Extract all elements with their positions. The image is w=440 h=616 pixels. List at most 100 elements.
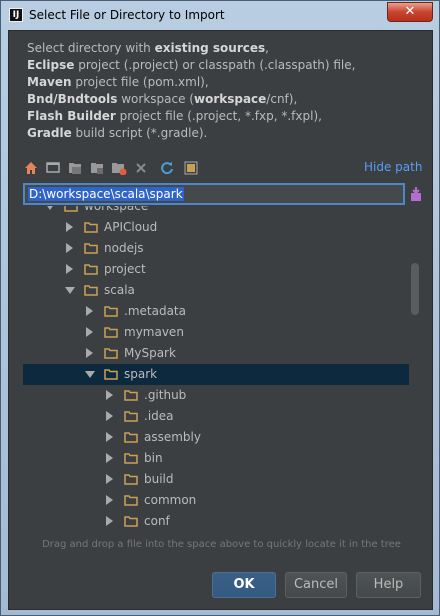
tree-row-label: APICloud: [104, 220, 158, 234]
tree-row[interactable]: common: [23, 490, 409, 511]
folder-icon: [84, 243, 98, 254]
tree-row[interactable]: mymaven: [23, 322, 409, 343]
tree-row-label: MySpark: [124, 346, 176, 360]
tree-row-label: project: [104, 262, 146, 276]
close-button[interactable]: ✕: [387, 2, 433, 22]
folder-icon: [124, 432, 138, 443]
delete-icon[interactable]: [132, 159, 150, 177]
desc-line1-bold: existing sources: [154, 41, 266, 55]
chevron-right-icon[interactable]: [86, 327, 93, 337]
new-folder-icon[interactable]: [110, 159, 128, 177]
folder-icon: [124, 516, 138, 527]
tree-row[interactable]: workspace: [23, 206, 409, 217]
tree-row[interactable]: assembly: [23, 427, 409, 448]
desc-line4-post: /cnf),: [266, 92, 298, 106]
folder-icon: [124, 411, 138, 422]
folder-icon: [104, 306, 118, 317]
chevron-right-icon[interactable]: [106, 495, 113, 505]
desc-line5-post: project file (.project, *.fxp, *.fxpl),: [115, 109, 322, 123]
desc-line2-post: project (.project) or classpath (.classp…: [74, 58, 356, 72]
ok-button[interactable]: OK: [212, 572, 276, 598]
desc-line4-mid: workspace (: [117, 92, 194, 106]
tree-row-label: .idea: [144, 409, 174, 423]
tree-row-label: .metadata: [124, 304, 186, 318]
hide-path-link[interactable]: Hide path: [364, 160, 422, 174]
chevron-down-icon[interactable]: [45, 206, 55, 210]
show-hidden-icon[interactable]: [182, 159, 200, 177]
tree-row-label: workspace: [84, 206, 149, 213]
chevron-right-icon[interactable]: [66, 222, 73, 232]
toolbar: [22, 159, 422, 179]
folder-icon: [124, 390, 138, 401]
desc-line3-bold: Maven: [27, 75, 72, 89]
chevron-right-icon[interactable]: [106, 411, 113, 421]
tree-row-label: assembly: [144, 430, 201, 444]
tree-row[interactable]: conf: [23, 511, 409, 532]
chevron-right-icon[interactable]: [106, 432, 113, 442]
tree-row[interactable]: bin: [23, 448, 409, 469]
desc-line5-bold: Flash Builder: [27, 109, 116, 123]
path-field-value: D:\workspace\scala\spark: [28, 187, 184, 201]
tree-row-label: conf: [144, 514, 170, 528]
desc-line6-post: build script (*.gradle).: [71, 126, 208, 140]
desc-line3-post: project file (pom.xml),: [71, 75, 209, 89]
refresh-icon[interactable]: [158, 159, 176, 177]
folder-icon: [124, 474, 138, 485]
tree-row[interactable]: .idea: [23, 406, 409, 427]
dialog-content: Select directory with existing sources, …: [8, 30, 433, 610]
tree-row[interactable]: scala: [23, 280, 409, 301]
directory-tree[interactable]: workspace APICloud nodejs project scala .meta…: [23, 206, 423, 536]
project-folder-icon[interactable]: [66, 159, 84, 177]
tree-row-label: scala: [104, 283, 135, 297]
tree-row-label: .github: [144, 388, 187, 402]
tree-row-label: spark: [124, 367, 158, 381]
desc-line6-bold: Gradle: [27, 126, 72, 140]
cancel-button[interactable]: Cancel: [285, 572, 347, 598]
desc-line4-bold2: workspace: [193, 92, 267, 106]
tree-row[interactable]: nodejs: [23, 238, 409, 259]
desktop-icon[interactable]: [44, 159, 62, 177]
drag-drop-hint: Drag and drop a file into the space abov…: [42, 539, 401, 550]
chevron-down-icon[interactable]: [85, 371, 95, 378]
tree-row[interactable]: build: [23, 469, 409, 490]
tree-row-label: nodejs: [104, 241, 144, 255]
desc-line4-bold: Bnd/Bndtools: [27, 92, 118, 106]
path-history-icon[interactable]: [410, 187, 422, 201]
folder-icon: [84, 222, 98, 233]
tree-scrollbar[interactable]: [411, 263, 419, 315]
desc-line1-text: Select directory with: [27, 41, 155, 55]
chevron-right-icon[interactable]: [106, 390, 113, 400]
tree-row-label: bin: [144, 451, 163, 465]
tree-row[interactable]: project: [23, 259, 409, 280]
folder-icon: [64, 206, 78, 212]
intellij-app-icon: IJ: [9, 8, 23, 22]
module-folder-icon[interactable]: [88, 159, 106, 177]
desc-line2-bold: Eclipse: [27, 58, 75, 72]
chevron-right-icon[interactable]: [106, 516, 113, 526]
folder-icon: [104, 327, 118, 338]
tree-row[interactable]: APICloud: [23, 217, 409, 238]
chevron-right-icon[interactable]: [106, 453, 113, 463]
tree-row[interactable]: spark: [23, 364, 409, 385]
tree-row[interactable]: .metadata: [23, 301, 409, 322]
chevron-right-icon[interactable]: [86, 348, 93, 358]
folder-icon: [104, 369, 118, 380]
tree-row-label: mymaven: [124, 325, 184, 339]
chevron-right-icon[interactable]: [86, 306, 93, 316]
folder-icon: [84, 264, 98, 275]
path-field[interactable]: D:\workspace\scala\spark: [23, 183, 405, 205]
window-title: Select File or Directory to Import: [29, 8, 225, 22]
chevron-down-icon[interactable]: [65, 287, 75, 294]
chevron-right-icon[interactable]: [66, 264, 73, 274]
dialog-window: IJ Select File or Directory to Import ✕ …: [0, 0, 440, 616]
chevron-right-icon[interactable]: [106, 474, 113, 484]
title-bar[interactable]: IJ Select File or Directory to Import ✕: [1, 1, 439, 29]
tree-row[interactable]: .github: [23, 385, 409, 406]
home-icon[interactable]: [22, 159, 40, 177]
chevron-right-icon[interactable]: [66, 243, 73, 253]
folder-icon: [84, 285, 98, 296]
tree-row[interactable]: MySpark: [23, 343, 409, 364]
desc-line1-post: ,: [265, 41, 269, 55]
folder-icon: [124, 453, 138, 464]
help-button[interactable]: Help: [356, 572, 421, 598]
